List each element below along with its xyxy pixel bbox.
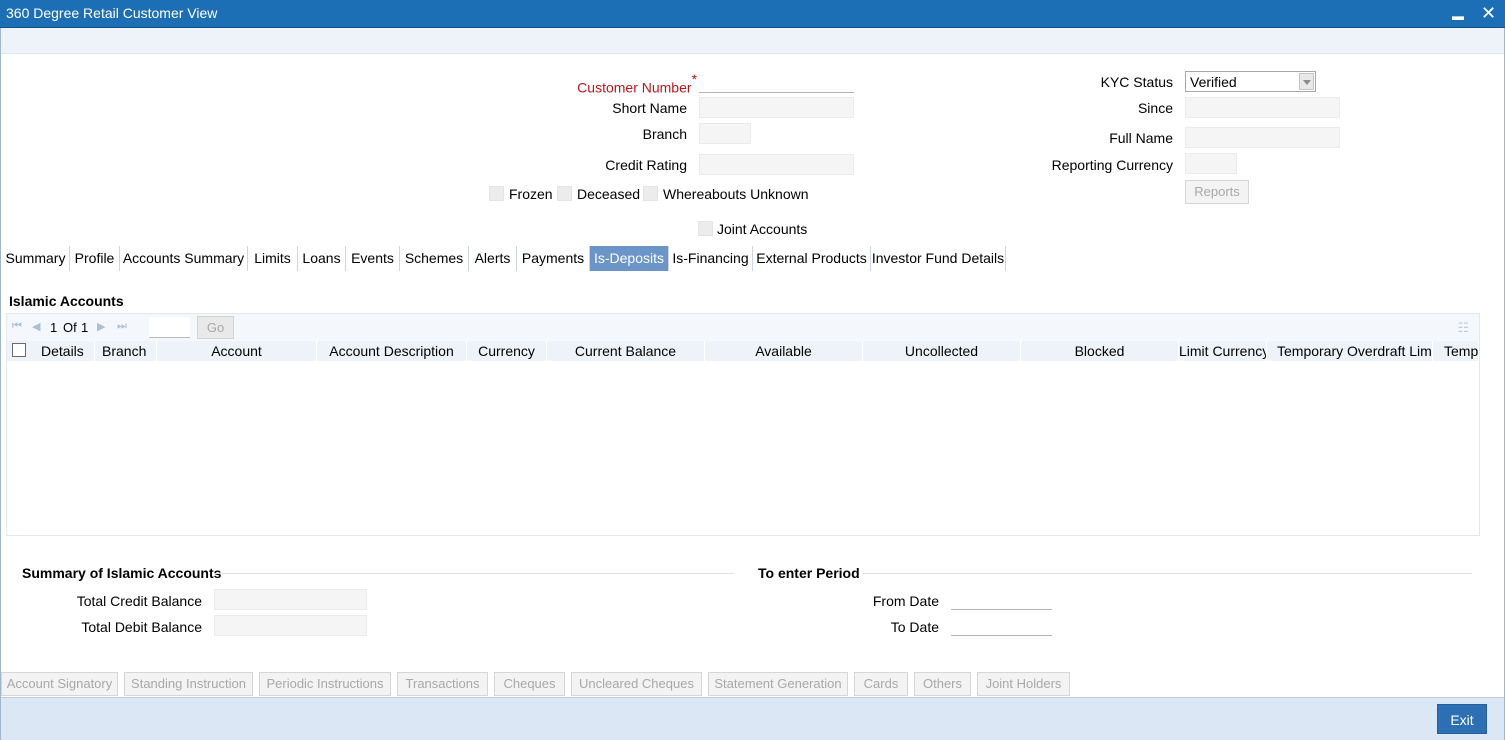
from-date-label: From Date [872, 593, 939, 609]
page-number-input[interactable] [149, 317, 190, 338]
summary-divider [214, 573, 734, 574]
frozen-checkbox[interactable] [489, 186, 504, 201]
branch-field [699, 123, 751, 144]
customer-number-input[interactable] [699, 72, 854, 93]
from-date-input[interactable] [951, 589, 1052, 610]
tab-is-deposits[interactable]: Is-Deposits [590, 246, 669, 271]
full-name-field [1185, 127, 1340, 148]
transactions-button[interactable]: Transactions [397, 672, 488, 696]
col-uncollected: Uncollected [863, 341, 1021, 361]
short-name-label: Short Name [612, 100, 687, 116]
tab-is-financing[interactable]: Is-Financing [669, 246, 753, 271]
since-label: Since [1137, 100, 1173, 116]
to-date-input[interactable] [951, 615, 1052, 636]
page-current: 1 [50, 320, 58, 335]
tab-alerts[interactable]: Alerts [469, 246, 517, 271]
close-icon[interactable]: ✕ [1481, 3, 1496, 23]
statement-generation-button[interactable]: Statement Generation [708, 672, 848, 696]
islamic-accounts-title: Islamic Accounts [9, 293, 124, 309]
page-of-label: Of [63, 320, 77, 335]
total-credit-label: Total Credit Balance [76, 593, 202, 609]
whereabouts-unknown-label: Whereabouts Unknown [663, 186, 809, 202]
total-debit-field [214, 615, 367, 636]
kyc-status-select[interactable]: Verified [1185, 71, 1316, 92]
col-temporary-overdraft-limit: Temporary Overdraft Limit [1277, 341, 1433, 361]
deceased-checkbox[interactable] [557, 186, 572, 201]
col-account: Account [157, 341, 317, 361]
standing-instruction-button[interactable]: Standing Instruction [124, 672, 253, 696]
total-debit-label: Total Debit Balance [81, 619, 202, 635]
tab-events[interactable]: Events [346, 246, 400, 271]
to-date-label: To Date [890, 619, 939, 635]
periodic-instructions-button[interactable]: Periodic Instructions [259, 672, 391, 696]
col-available: Available [705, 341, 863, 361]
period-title: To enter Period [758, 565, 860, 581]
branch-label: Branch [642, 126, 687, 142]
tab-investor-fund-details[interactable]: Investor Fund Details [871, 246, 1006, 271]
joint-holders-button[interactable]: Joint Holders [977, 672, 1070, 696]
prev-page-icon[interactable]: ◀ [32, 320, 40, 333]
kyc-status-value: Verified [1190, 74, 1237, 90]
joint-accounts-label: Joint Accounts [717, 221, 808, 237]
grid-pager: ⏮ ◀ 1 Of 1 ▶ ⏭ Go ☷ [7, 314, 1479, 341]
tab-schemes[interactable]: Schemes [400, 246, 469, 271]
customer-number-label: Customer Number* [577, 71, 697, 96]
others-button[interactable]: Others [914, 672, 971, 696]
col-account-description: Account Description [317, 341, 467, 361]
tab-external-products[interactable]: External Products [753, 246, 871, 271]
select-all-checkbox[interactable] [12, 343, 26, 357]
next-page-icon[interactable]: ▶ [97, 320, 105, 333]
tab-profile[interactable]: Profile [70, 246, 120, 271]
col-current-balance: Current Balance [547, 341, 705, 361]
reporting-currency-label: Reporting Currency [1051, 157, 1173, 173]
exit-button[interactable]: Exit [1437, 704, 1487, 734]
last-page-icon[interactable]: ⏭ [117, 320, 127, 333]
reports-button[interactable]: Reports [1185, 180, 1249, 204]
go-button[interactable]: Go [197, 316, 234, 339]
credit-rating-label: Credit Rating [605, 157, 687, 173]
tab-payments[interactable]: Payments [517, 246, 590, 271]
tab-limits[interactable]: Limits [248, 246, 298, 271]
first-page-icon[interactable]: ⏮ [12, 320, 22, 333]
credit-rating-field [699, 154, 854, 175]
window-title: 360 Degree Retail Customer View [6, 5, 218, 21]
full-name-label: Full Name [1109, 130, 1173, 146]
grid-header: Details Branch Account Account Descripti… [7, 341, 1479, 361]
frozen-label: Frozen [509, 186, 553, 202]
col-currency: Currency [467, 341, 547, 361]
minimize-icon[interactable]: ▬ [1452, 6, 1464, 26]
col-details: Details [35, 341, 95, 361]
whereabouts-unknown-checkbox[interactable] [643, 186, 658, 201]
col-blocked: Blocked [1021, 341, 1179, 361]
deceased-label: Deceased [577, 186, 641, 202]
cheques-button[interactable]: Cheques [494, 672, 565, 696]
tab-accounts-summary[interactable]: Accounts Summary [120, 246, 248, 271]
period-divider [862, 573, 1472, 574]
since-field [1185, 97, 1340, 118]
chevron-down-icon[interactable] [1299, 73, 1314, 90]
col-limit-currency: Limit Currency [1179, 341, 1267, 361]
window-titlebar: 360 Degree Retail Customer View ▬ ✕ [0, 0, 1505, 28]
cards-button[interactable]: Cards [854, 672, 908, 696]
joint-accounts-checkbox[interactable] [698, 221, 713, 236]
tab-summary[interactable]: Summary [2, 246, 70, 271]
uncleared-cheques-button[interactable]: Uncleared Cheques [571, 672, 702, 696]
page-total: 1 [81, 320, 89, 335]
summary-title: Summary of Islamic Accounts [22, 565, 222, 581]
reporting-currency-field [1185, 153, 1237, 174]
footer-bar: Exit [0, 697, 1505, 740]
col-tempo: Tempo [1439, 341, 1479, 361]
islamic-accounts-grid: ⏮ ◀ 1 Of 1 ▶ ⏭ Go ☷ Details Branch Accou… [6, 313, 1480, 536]
tab-loans[interactable]: Loans [298, 246, 346, 271]
required-mark: * [691, 71, 697, 87]
account-signatory-button[interactable]: Account Signatory [1, 672, 118, 696]
toolbar-strip [1, 28, 1504, 54]
grid-options-icon[interactable]: ☷ [1457, 320, 1469, 336]
total-credit-field [214, 589, 367, 610]
kyc-status-label: KYC Status [1100, 74, 1173, 90]
col-branch: Branch [95, 341, 157, 361]
short-name-field [699, 97, 854, 118]
